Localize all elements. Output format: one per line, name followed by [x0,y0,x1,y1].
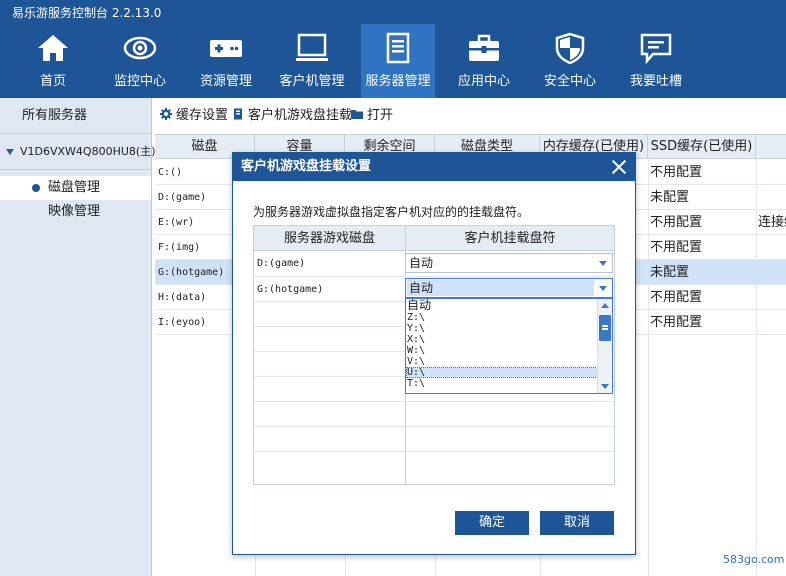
nav-monitor-label: 监控中心 [113,74,166,89]
nav-security-label: 安全中心 [543,74,596,89]
watermark: 583go.com [723,553,785,566]
cache-settings-button[interactable]: 缓存设置 [160,106,228,126]
dropdown-scrollbar[interactable] [597,299,612,393]
toolbox-icon [467,32,501,64]
dropdown-option[interactable]: Z:\ [406,312,598,323]
ssd-cache-cell: 未配置 [650,190,690,205]
chat-icon [639,32,673,64]
cancel-button[interactable]: 取消 [540,511,614,535]
all-servers-item[interactable]: 所有服务器 [0,98,151,134]
dropdown-option[interactable]: V:\ [406,356,598,367]
chevron-down-icon[interactable] [599,261,607,266]
sidebar-item-image-management[interactable]: 映像管理 [0,200,151,224]
app-title: 易乐游服务控制台 2.2.13.0 [12,6,162,20]
nav-app-center[interactable]: 应用中心 [447,24,521,98]
sidebar-item-label: 映像管理 [48,204,101,219]
nav-home[interactable]: 首页 [16,24,90,98]
expand-caret-icon[interactable] [6,149,14,155]
shield-icon [553,32,587,64]
col-extra [756,135,786,159]
nav-resource-management[interactable]: 资源管理 [189,24,263,98]
col-ssd-cache[interactable]: SSD缓存(已使用) [648,135,756,159]
server-disk-cell: G:(hotgame) [257,284,324,295]
monitor-icon [295,32,329,64]
nav-client-label: 客户机管理 [279,74,345,89]
folder-icon [351,110,363,119]
scroll-up-icon[interactable] [601,303,609,308]
server-sidebar: 所有服务器 V1D6VXW4Q800HU8(主) 磁盘管理 映像管理 [0,98,156,576]
nav-client-management[interactable]: 客户机管理 [275,24,349,98]
dialog-title-bar: 客户机游戏盘挂载设置 [233,153,635,181]
row-divider [254,426,614,427]
open-label: 打开 [367,108,394,123]
server-disk-cell: D:(game) [257,258,306,269]
ssd-cache-cell: 不用配置 [650,215,703,230]
nav-feedback-label: 我要吐槽 [629,74,682,89]
drive-letter-select-open[interactable]: 自动 [405,278,613,298]
sidebar-item-disk-management[interactable]: 磁盘管理 [0,176,151,200]
home-icon [36,32,70,64]
ok-button[interactable]: 确定 [455,511,529,535]
server-name: V1D6VXW4Q800HU8(主) [20,145,156,158]
drive-letter-value: 自动 [407,280,594,296]
dropdown-option-highlighted[interactable]: U:\ [406,367,598,378]
nav-monitor-center[interactable]: 监控中心 [103,24,177,98]
server-icon [381,32,415,64]
client-mount-button[interactable]: 客户机游戏盘挂载 [232,106,352,126]
dropdown-list: 自动 Z:\ Y:\ X:\ W:\ V:\ U:\ T:\ [406,299,598,389]
nav-home-label: 首页 [39,74,66,89]
server-tree-node[interactable]: V1D6VXW4Q800HU8(主) [0,134,156,170]
eye-icon [123,32,157,64]
open-button[interactable]: 打开 [351,106,393,126]
mount-table-header: 服务器游戏磁盘 客户机挂载盘符 [254,226,614,251]
drive-letter-value: 自动 [409,256,434,270]
main-nav: 首页 监控中心 资源管理 客户机管理 服务器管理 应用中心 安全中心 我要吐槽 [0,24,786,98]
dropdown-option[interactable]: Y:\ [406,323,598,334]
ssd-cache-cell: 不用配置 [650,240,703,255]
selected-dot-icon [32,184,40,192]
sidebar-item-label: 磁盘管理 [48,180,101,195]
scrollbar-thumb[interactable] [599,315,611,341]
dropdown-option[interactable]: 自动 [406,299,598,312]
client-mount-label: 客户机游戏盘挂载 [248,108,353,123]
ssd-cache-cell: 不用配置 [650,290,703,305]
cache-settings-label: 缓存设置 [176,108,229,123]
ssd-cache-cell: 不用配置 [650,315,703,330]
drive-letter-dropdown: 自动 Z:\ Y:\ X:\ W:\ V:\ U:\ T:\ [405,298,613,394]
ssd-cache-cell: 不用配置 [650,165,703,180]
nav-app-label: 应用中心 [457,74,510,89]
chevron-down-icon[interactable] [599,286,607,291]
extra-cell: 连接维 [758,215,786,230]
drive-letter-select[interactable]: 自动 [405,253,613,273]
dropdown-option[interactable]: X:\ [406,334,598,345]
col-client-drive: 客户机挂载盘符 [464,231,556,246]
dropdown-option[interactable]: W:\ [406,345,598,356]
close-icon[interactable] [611,159,627,175]
toolbar: 缓存设置 客户机游戏盘挂载 打开 [154,104,786,128]
nav-server-label: 服务器管理 [365,74,431,89]
col-server-disk: 服务器游戏磁盘 [283,231,375,246]
client-mount-dialog: 客户机游戏盘挂载设置 为服务器游戏虚拟盘指定客户机对应的的挂载盘符。 服务器游戏… [232,152,636,555]
ssd-cache-cell: 未配置 [650,265,690,280]
nav-resource-label: 资源管理 [199,74,252,89]
nav-feedback[interactable]: 我要吐槽 [619,24,693,98]
nav-server-management[interactable]: 服务器管理 [361,24,435,98]
dialog-description: 为服务器游戏虚拟盘指定客户机对应的的挂载盘符。 [253,205,530,219]
disk-icon [234,108,242,120]
nav-security-center[interactable]: 安全中心 [533,24,607,98]
dropdown-option[interactable]: T:\ [406,378,598,389]
dialog-title: 客户机游戏盘挂载设置 [241,159,372,174]
row-divider [254,401,614,402]
row-divider [254,451,614,452]
gamepad-icon [209,32,243,64]
app-header: 易乐游服务控制台 2.2.13.0 首页 监控中心 资源管理 客户机管理 服务器… [0,0,786,98]
gear-icon [160,108,172,120]
scroll-down-icon[interactable] [601,384,609,389]
